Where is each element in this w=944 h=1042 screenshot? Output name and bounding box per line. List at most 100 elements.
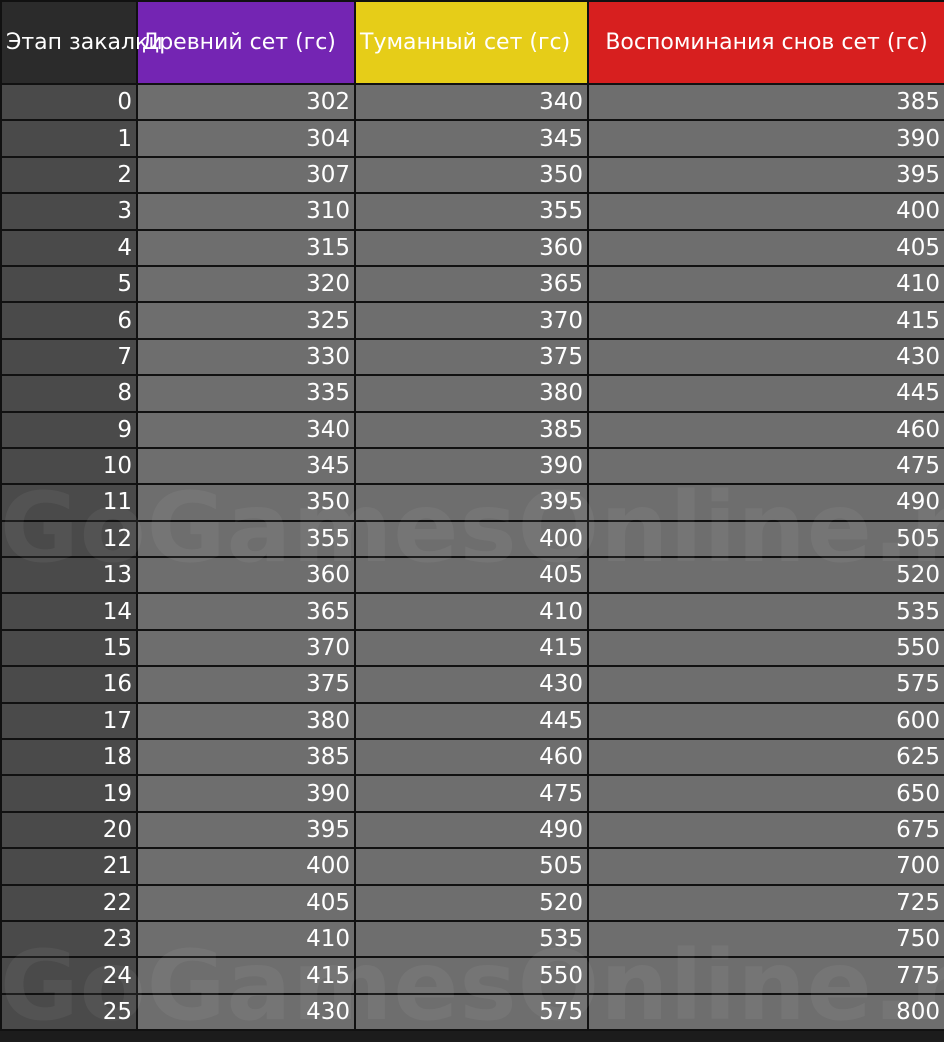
cell-misty-gs: 415	[354, 628, 589, 668]
cell-ancient-gs: 320	[136, 264, 356, 304]
cell-misty-gs: 505	[354, 847, 589, 886]
header-misty-set: Туманный сет (гс)	[354, 0, 589, 85]
table-row: 1 304 345 390	[0, 119, 944, 158]
cell-ancient-gs: 304	[136, 119, 356, 158]
cell-dream-gs: 490	[587, 483, 944, 522]
cell-stage: 23	[0, 919, 138, 959]
cell-ancient-gs: 310	[136, 192, 356, 231]
cell-stage: 7	[0, 337, 138, 377]
cell-ancient-gs: 355	[136, 519, 356, 559]
table-row: 21 400 505 700	[0, 847, 944, 886]
cell-stage: 2	[0, 155, 138, 195]
cell-ancient-gs: 380	[136, 701, 356, 741]
table-row: 24 415 550 775	[0, 956, 944, 995]
table-row: 10 345 390 475	[0, 446, 944, 486]
cell-misty-gs: 375	[354, 337, 589, 377]
cell-stage: 9	[0, 410, 138, 449]
cell-misty-gs: 460	[354, 738, 589, 777]
cell-ancient-gs: 315	[136, 228, 356, 267]
cell-misty-gs: 345	[354, 119, 589, 158]
cell-dream-gs: 445	[587, 374, 944, 413]
cell-stage: 18	[0, 738, 138, 777]
table-row: 5 320 365 410	[0, 264, 944, 304]
cell-misty-gs: 400	[354, 519, 589, 559]
table-row: 9 340 385 460	[0, 410, 944, 449]
table-body: 0 302 340 385 1 304 345 390 2 307 350 395 3 310 355 400…	[0, 82, 944, 1032]
gear-score-table-image: Этап закалки Древний сет (гс) Туманный с…	[0, 0, 944, 1042]
cell-ancient-gs: 415	[136, 956, 356, 995]
table-row: 20 395 490 675	[0, 810, 944, 850]
cell-stage: 17	[0, 701, 138, 741]
cell-stage: 11	[0, 483, 138, 522]
header-ancient-set: Древний сет (гс)	[136, 0, 356, 85]
cell-misty-gs: 430	[354, 665, 589, 704]
table-row: 25 430 575 800	[0, 992, 944, 1032]
cell-stage: 5	[0, 264, 138, 304]
cell-stage: 10	[0, 446, 138, 486]
table-row: 22 405 520 725	[0, 883, 944, 922]
cell-ancient-gs: 330	[136, 337, 356, 377]
cell-dream-gs: 400	[587, 192, 944, 231]
cell-stage: 1	[0, 119, 138, 158]
cell-misty-gs: 520	[354, 883, 589, 922]
table-row: 15 370 415 550	[0, 628, 944, 668]
cell-ancient-gs: 375	[136, 665, 356, 704]
cell-dream-gs: 725	[587, 883, 944, 922]
cell-stage: 19	[0, 774, 138, 813]
cell-stage: 16	[0, 665, 138, 704]
cell-stage: 3	[0, 192, 138, 231]
cell-misty-gs: 575	[354, 992, 589, 1032]
cell-dream-gs: 750	[587, 919, 944, 959]
cell-misty-gs: 360	[354, 228, 589, 267]
cell-ancient-gs: 410	[136, 919, 356, 959]
cell-misty-gs: 550	[354, 956, 589, 995]
table-row: 7 330 375 430	[0, 337, 944, 377]
cell-dream-gs: 430	[587, 337, 944, 377]
cell-misty-gs: 535	[354, 919, 589, 959]
header-row: Этап закалки Древний сет (гс) Туманный с…	[0, 0, 944, 85]
table-row: 11 350 395 490	[0, 483, 944, 522]
cell-ancient-gs: 370	[136, 628, 356, 668]
cell-stage: 13	[0, 556, 138, 595]
cell-dream-gs: 775	[587, 956, 944, 995]
table-row: 0 302 340 385	[0, 82, 944, 122]
cell-misty-gs: 475	[354, 774, 589, 813]
cell-dream-gs: 520	[587, 556, 944, 595]
cell-ancient-gs: 325	[136, 301, 356, 340]
cell-dream-gs: 675	[587, 810, 944, 850]
cell-stage: 8	[0, 374, 138, 413]
cell-misty-gs: 385	[354, 410, 589, 449]
cell-ancient-gs: 345	[136, 446, 356, 486]
cell-dream-gs: 390	[587, 119, 944, 158]
cell-ancient-gs: 395	[136, 810, 356, 850]
cell-ancient-gs: 340	[136, 410, 356, 449]
cell-ancient-gs: 365	[136, 592, 356, 631]
cell-dream-gs: 385	[587, 82, 944, 122]
cell-misty-gs: 355	[354, 192, 589, 231]
cell-ancient-gs: 385	[136, 738, 356, 777]
cell-dream-gs: 505	[587, 519, 944, 559]
cell-dream-gs: 415	[587, 301, 944, 340]
cell-misty-gs: 445	[354, 701, 589, 741]
cell-stage: 15	[0, 628, 138, 668]
cell-dream-gs: 600	[587, 701, 944, 741]
table-row: 23 410 535 750	[0, 919, 944, 959]
cell-stage: 0	[0, 82, 138, 122]
cell-misty-gs: 395	[354, 483, 589, 522]
cell-stage: 22	[0, 883, 138, 922]
cell-ancient-gs: 335	[136, 374, 356, 413]
cell-dream-gs: 535	[587, 592, 944, 631]
cell-dream-gs: 410	[587, 264, 944, 304]
cell-stage: 6	[0, 301, 138, 340]
cell-dream-gs: 550	[587, 628, 944, 668]
cell-dream-gs: 625	[587, 738, 944, 777]
cell-stage: 21	[0, 847, 138, 886]
table-row: 6 325 370 415	[0, 301, 944, 340]
cell-ancient-gs: 400	[136, 847, 356, 886]
cell-ancient-gs: 307	[136, 155, 356, 195]
cell-ancient-gs: 405	[136, 883, 356, 922]
cell-stage: 12	[0, 519, 138, 559]
cell-ancient-gs: 390	[136, 774, 356, 813]
cell-stage: 20	[0, 810, 138, 850]
table-row: 19 390 475 650	[0, 774, 944, 813]
